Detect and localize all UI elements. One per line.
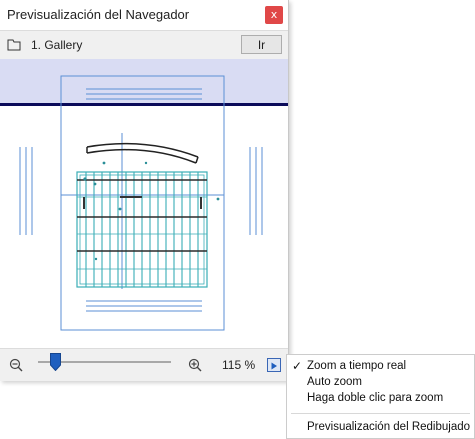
window-title: Previsualización del Navegador	[7, 7, 190, 22]
elevation-lines-bottom	[86, 300, 202, 312]
checkmark-icon: ✓	[292, 359, 303, 373]
go-button[interactable]: Ir	[241, 35, 282, 54]
navigator-preview-panel: Previsualización del Navegador x 1. Gall…	[0, 0, 289, 381]
gallery-structure	[76, 161, 220, 288]
side-lines-right	[249, 147, 263, 235]
zoom-bar: 115 %	[0, 348, 288, 381]
view-bar: 1. Gallery Ir	[0, 30, 288, 60]
menu-separator	[291, 413, 470, 414]
zoom-out-icon[interactable]	[9, 358, 23, 372]
horizon-line	[0, 103, 288, 106]
zoom-options-button[interactable]	[267, 358, 281, 372]
side-lines-left	[19, 147, 33, 235]
sky-band	[0, 59, 288, 104]
zoom-options-menu: ✓ Zoom a tiempo real Auto zoom Haga dobl…	[286, 354, 475, 439]
zoom-slider-thumb[interactable]	[50, 353, 61, 371]
preview-canvas[interactable]	[0, 59, 288, 347]
play-arrow-icon	[271, 362, 277, 370]
view-icon	[7, 39, 21, 51]
roof-canopy	[86, 142, 199, 164]
wall-drawing	[19, 75, 263, 331]
title-bar[interactable]: Previsualización del Navegador x	[0, 0, 288, 30]
view-name: 1. Gallery	[31, 38, 83, 52]
zoom-in-icon[interactable]	[188, 358, 202, 372]
zoom-percentage: 115 %	[222, 358, 256, 372]
menu-item-zoom-real-time[interactable]: Zoom a tiempo real	[307, 360, 406, 372]
menu-item-double-click-zoom[interactable]: Haga doble clic para zoom	[307, 392, 443, 404]
menu-item-auto-zoom[interactable]: Auto zoom	[307, 376, 362, 388]
menu-item-redraw-preview[interactable]: Previsualización del Redibujado	[307, 421, 470, 433]
close-button[interactable]: x	[265, 6, 283, 24]
